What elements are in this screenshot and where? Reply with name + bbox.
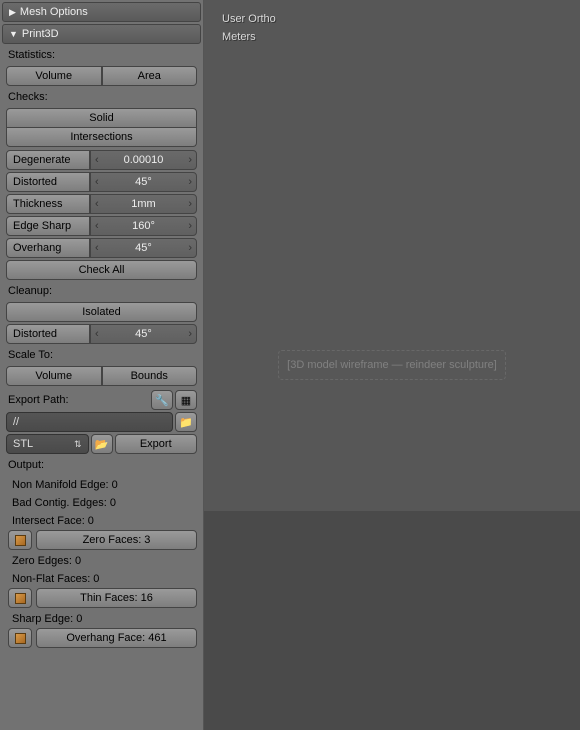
volume-button[interactable]: Volume: [6, 66, 102, 86]
isolated-button[interactable]: Isolated: [6, 302, 197, 322]
degenerate-button[interactable]: Degenerate: [6, 150, 90, 170]
texture-icon[interactable]: ▦: [175, 390, 197, 410]
export-button[interactable]: Export: [115, 434, 198, 454]
output-zeroedges: Zero Edges: 0: [2, 552, 201, 570]
checkall-button[interactable]: Check All: [6, 260, 197, 280]
scale-volume-button[interactable]: Volume: [6, 366, 102, 386]
output-intersect: Intersect Face: 0: [2, 512, 201, 530]
cleanup-label: Cleanup:: [2, 282, 201, 302]
overhang-value[interactable]: 45°: [90, 238, 197, 258]
viewport-units: Meters: [222, 28, 276, 46]
dropdown-arrows-icon: ⇅: [74, 439, 82, 450]
cube-icon[interactable]: [8, 628, 32, 648]
cube-icon[interactable]: [8, 530, 32, 550]
format-value: STL: [13, 438, 33, 450]
area-button[interactable]: Area: [102, 66, 198, 86]
print3d-label: Print3D: [22, 28, 59, 40]
output-label: Output:: [2, 456, 201, 476]
print3d-header[interactable]: ▼ Print3D: [2, 24, 201, 44]
triangle-right-icon: ▶: [9, 7, 16, 18]
mesh-options-label: Mesh Options: [20, 6, 88, 18]
apply-scale-icon[interactable]: 🔧: [151, 390, 173, 410]
zero-faces-button[interactable]: Zero Faces: 3: [36, 530, 197, 550]
export-path-field[interactable]: //: [6, 412, 173, 432]
solid-button[interactable]: Solid: [6, 108, 197, 128]
viewport-overlay: User Ortho Meters: [222, 10, 276, 46]
exportpath-label: Export Path:: [6, 391, 151, 409]
format-dropdown[interactable]: STL ⇅: [6, 434, 89, 454]
statistics-label: Statistics:: [2, 46, 201, 66]
properties-panel: ▶ Mesh Options ▼ Print3D Statistics: Volum…: [0, 0, 204, 730]
degenerate-value[interactable]: 0.00010: [90, 150, 197, 170]
viewport-projection: User Ortho: [222, 10, 276, 28]
thickness-button[interactable]: Thickness: [6, 194, 90, 214]
output-badcontig: Bad Contig. Edges: 0: [2, 494, 201, 512]
browse-folder-icon[interactable]: 📁: [175, 412, 197, 432]
output-nonflat: Non-Flat Faces: 0: [2, 570, 201, 588]
triangle-down-icon: ▼: [9, 29, 18, 39]
overhang-button[interactable]: Overhang: [6, 238, 90, 258]
export-folder-icon[interactable]: 📂: [91, 434, 113, 454]
thickness-value[interactable]: 1mm: [90, 194, 197, 214]
cleanup-distorted-value[interactable]: 45°: [90, 324, 197, 344]
scale-bounds-button[interactable]: Bounds: [102, 366, 198, 386]
intersections-button[interactable]: Intersections: [6, 128, 197, 147]
cube-icon[interactable]: [8, 588, 32, 608]
thin-faces-button[interactable]: Thin Faces: 16: [36, 588, 197, 608]
output-nonmanifold: Non Manifold Edge: 0: [2, 476, 201, 494]
distorted-button[interactable]: Distorted: [6, 172, 90, 192]
viewport-placeholder: [3D model wireframe — reindeer sculpture…: [278, 350, 506, 380]
edgesharp-button[interactable]: Edge Sharp: [6, 216, 90, 236]
edgesharp-value[interactable]: 160°: [90, 216, 197, 236]
scaleto-label: Scale To:: [2, 346, 201, 366]
3d-viewport[interactable]: User Ortho Meters [3D model wireframe — …: [204, 0, 580, 730]
overhang-face-button[interactable]: Overhang Face: 461: [36, 628, 197, 648]
checks-label: Checks:: [2, 88, 201, 108]
mesh-options-header[interactable]: ▶ Mesh Options: [2, 2, 201, 22]
distorted-value[interactable]: 45°: [90, 172, 197, 192]
output-sharpedge: Sharp Edge: 0: [2, 610, 201, 628]
cleanup-distorted-button[interactable]: Distorted: [6, 324, 90, 344]
